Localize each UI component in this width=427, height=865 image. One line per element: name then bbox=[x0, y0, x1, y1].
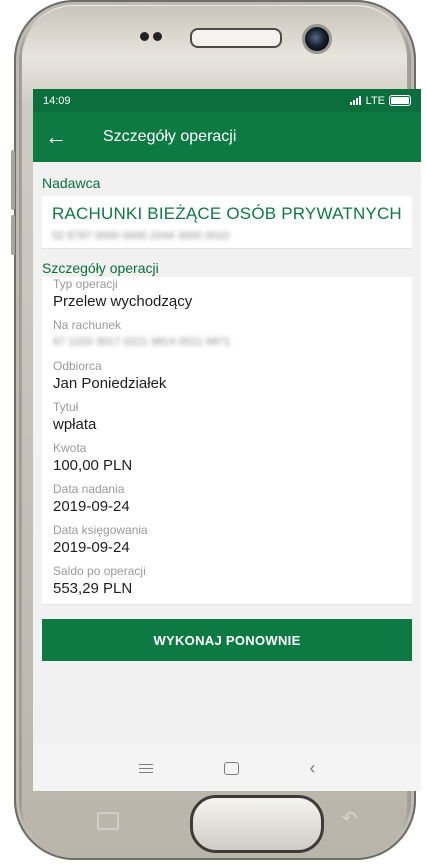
android-nav-bar: ‹ bbox=[33, 745, 421, 791]
signal-icon bbox=[349, 96, 362, 105]
sender-account-number: 52 8787 0000 0000 2044 3000 0010 bbox=[52, 230, 230, 242]
sender-account-name: RACHUNKI BIEŻĄCE OSÓB PRYWATNYCH bbox=[52, 204, 402, 223]
field-label: Data nadania bbox=[53, 482, 125, 496]
field-label: Saldo po operacji bbox=[53, 564, 146, 578]
arrow-left-icon[interactable]: ← bbox=[45, 126, 85, 148]
field-value: 67 1020 3017 0221 9814 0521 6871 bbox=[53, 336, 231, 348]
earpiece-speaker bbox=[190, 28, 282, 48]
field-value: 100,00 PLN bbox=[53, 457, 133, 474]
home-icon[interactable] bbox=[223, 761, 239, 775]
field-value: wpłata bbox=[53, 416, 97, 433]
field-label: Typ operacji bbox=[53, 277, 118, 291]
sensor-dots bbox=[140, 32, 162, 41]
field-send-date: Data nadania 2019-09-24 bbox=[53, 482, 401, 520]
repeat-transfer-button[interactable]: WYKONAJ PONOWNIE bbox=[42, 619, 412, 661]
field-operation-type: Typ operacji Przelew wychodzący bbox=[53, 277, 401, 315]
field-to-account: Na rachunek 67 1020 3017 0221 9814 0521 … bbox=[53, 318, 401, 356]
app-bar: ← Szczegóły operacji bbox=[33, 112, 421, 162]
front-camera-icon bbox=[302, 24, 332, 54]
sender-section-label: Nadawca bbox=[42, 175, 101, 191]
field-title: Tytuł wpłata bbox=[53, 400, 401, 438]
recent-apps-icon[interactable] bbox=[138, 763, 153, 773]
field-recipient: Odbiorca Jan Poniedziałek bbox=[53, 359, 401, 397]
status-indicators: LTE bbox=[349, 94, 411, 107]
page-title: Szczegóły operacji bbox=[103, 128, 237, 145]
volume-button bbox=[11, 150, 15, 210]
network-type: LTE bbox=[365, 94, 385, 107]
power-button bbox=[11, 215, 15, 255]
status-bar: 14:09 LTE bbox=[33, 89, 421, 112]
app-screen: 14:09 LTE ← Szczegóły operacji Nadawca R… bbox=[33, 89, 421, 791]
field-value: 553,29 PLN bbox=[53, 580, 133, 597]
details-section-label: Szczegóły operacji bbox=[42, 260, 159, 276]
field-value: Przelew wychodzący bbox=[53, 293, 193, 310]
field-label: Na rachunek bbox=[53, 318, 122, 332]
field-balance-after: Saldo po operacji 553,29 PLN bbox=[53, 564, 401, 602]
hardware-back-icon[interactable]: ↶ bbox=[342, 808, 357, 829]
sender-card: RACHUNKI BIEŻĄCE OSÓB PRYWATNYCH 52 8787… bbox=[42, 196, 412, 249]
field-value: 2019-09-24 bbox=[53, 498, 130, 515]
hardware-recent-icon[interactable] bbox=[97, 812, 119, 830]
field-value: 2019-09-24 bbox=[53, 539, 130, 556]
field-label: Kwota bbox=[53, 441, 87, 455]
field-label: Data księgowania bbox=[53, 523, 148, 537]
field-value: Jan Poniedziałek bbox=[53, 375, 167, 392]
field-amount: Kwota 100,00 PLN bbox=[53, 441, 401, 479]
field-label: Tytuł bbox=[53, 400, 79, 414]
chevron-left-icon[interactable]: ‹ bbox=[310, 759, 316, 777]
battery-icon bbox=[389, 95, 411, 106]
details-card: Typ operacji Przelew wychodzący Na rachu… bbox=[42, 277, 412, 605]
field-booking-date: Data księgowania 2019-09-24 bbox=[53, 523, 401, 561]
status-time: 14:09 bbox=[43, 94, 71, 107]
hardware-home-button[interactable] bbox=[190, 795, 324, 853]
field-label: Odbiorca bbox=[53, 359, 102, 373]
